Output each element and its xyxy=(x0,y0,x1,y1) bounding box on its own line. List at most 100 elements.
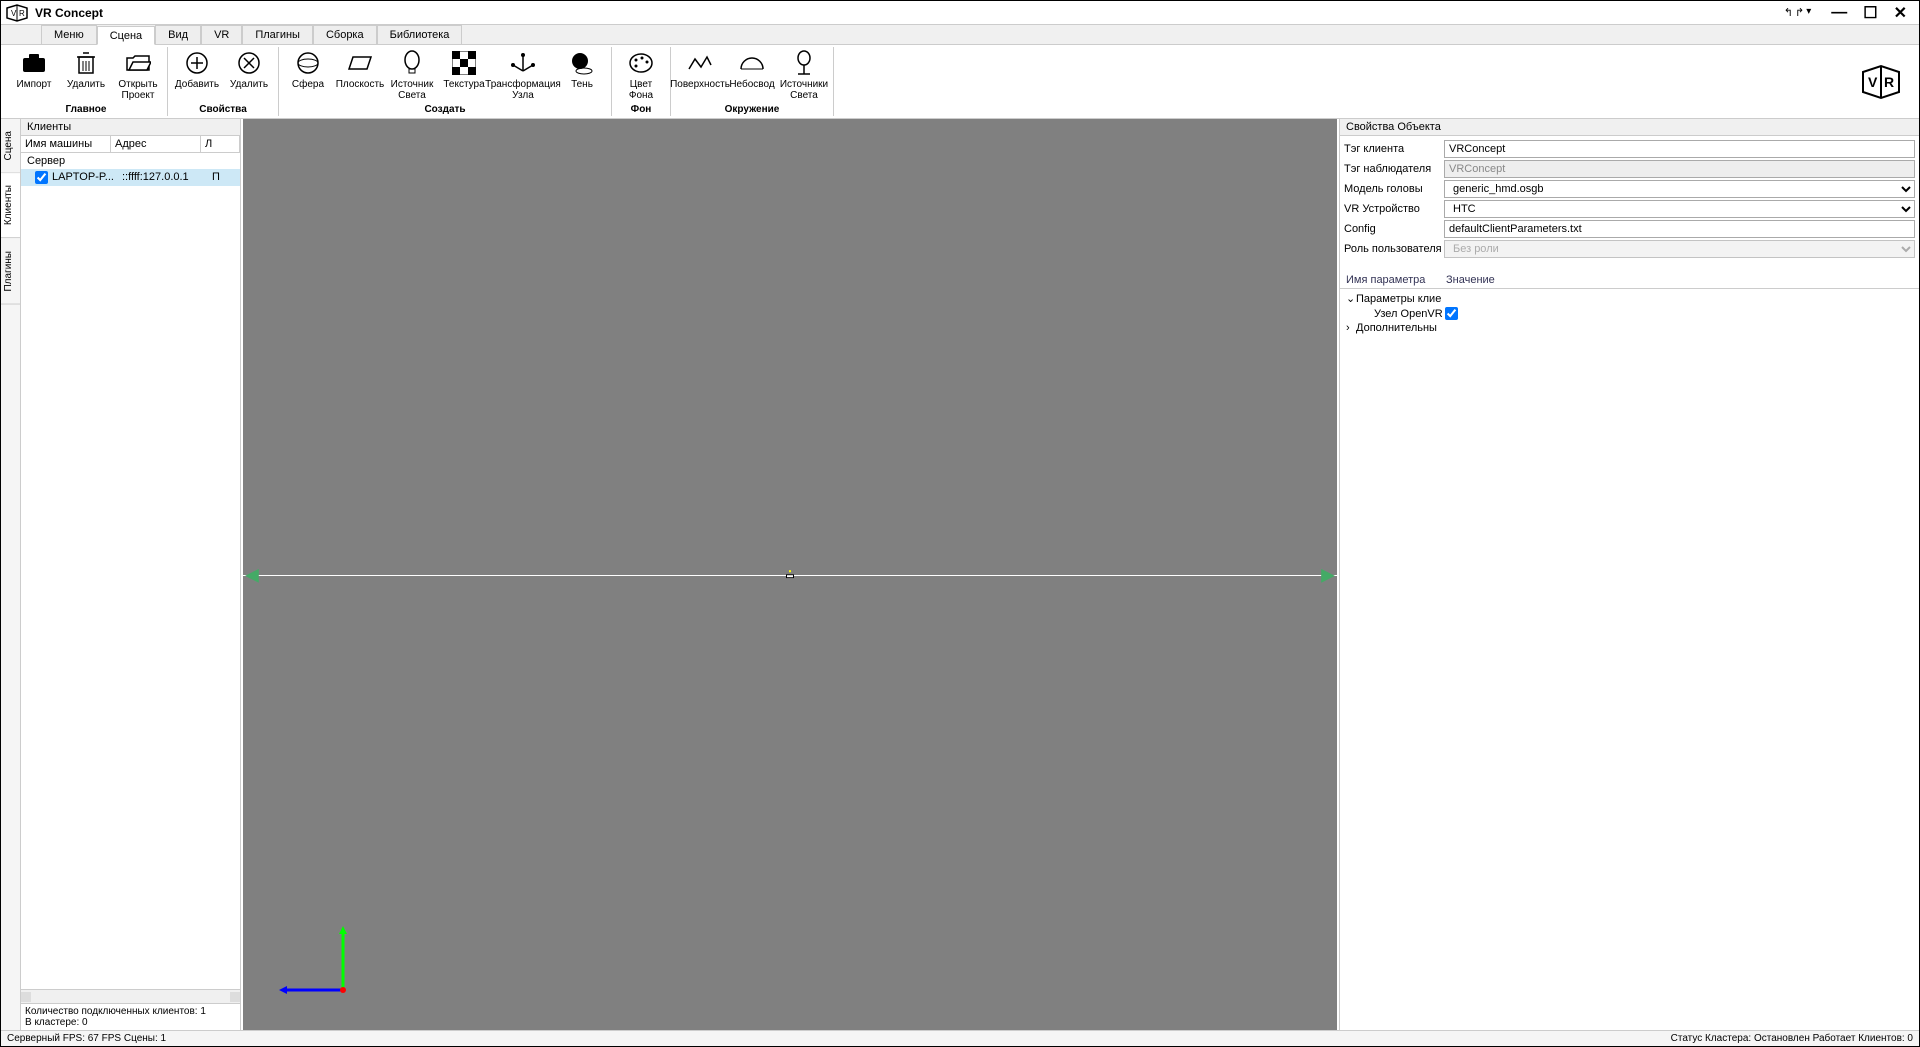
dropdown-arrow-icon[interactable]: ▾ xyxy=(1806,6,1811,19)
prop-client-tag: Тэг клиента xyxy=(1344,140,1915,158)
side-tab-clients[interactable]: Клиенты xyxy=(1,173,20,238)
shadow-icon xyxy=(568,49,596,77)
prop-config: Config xyxy=(1344,220,1915,238)
properties-title: Свойства Объекта xyxy=(1340,119,1919,136)
menu-tab-scene[interactable]: Сцена xyxy=(97,26,155,45)
ribbon-group-env: Поверхность Небосвод Источники Света Окр… xyxy=(671,47,834,116)
lightbulb-icon xyxy=(398,49,426,77)
prop-head-model: Модель головы generic_hmd.osgb xyxy=(1344,180,1915,198)
svg-text:R: R xyxy=(19,9,25,18)
client-tag-input[interactable] xyxy=(1444,140,1915,158)
plane-icon xyxy=(346,49,374,77)
prop-user-role: Роль пользователя Без роли xyxy=(1344,240,1915,258)
ribbon-logo: VR xyxy=(1847,47,1915,116)
param-group-additional[interactable]: ›Дополнительны xyxy=(1346,321,1913,335)
param-col-name[interactable]: Имя параметра xyxy=(1340,272,1440,288)
terrain-icon xyxy=(686,49,714,77)
config-input[interactable] xyxy=(1444,220,1915,238)
3d-viewport[interactable]: ◀ ▶ xyxy=(243,119,1337,1030)
ribbon-transform[interactable]: Трансформация Узла xyxy=(493,47,553,104)
folder-open-icon xyxy=(124,49,152,77)
ribbon-group-props: Добавить Удалить Свойства xyxy=(168,47,279,116)
ribbon-remove[interactable]: Удалить xyxy=(226,47,272,104)
app-title: VR Concept xyxy=(35,6,1784,20)
status-fps: Серверный FPS: 67 FPS Сцены: 1 xyxy=(7,1033,166,1044)
server-node[interactable]: Сервер xyxy=(21,153,240,169)
back-arrow-icon[interactable]: ↰ xyxy=(1784,6,1793,19)
properties-panel: Свойства Объекта Тэг клиента Тэг наблюда… xyxy=(1339,119,1919,1030)
clients-footer: Количество подключенных клиентов: 1 В кл… xyxy=(21,1003,240,1030)
observer-tag-input xyxy=(1444,160,1915,178)
ribbon-add[interactable]: Добавить xyxy=(174,47,220,104)
prop-vr-device: VR Устройство HTC xyxy=(1344,200,1915,218)
h-scrollbar[interactable] xyxy=(21,989,240,1003)
vr-device-select[interactable]: HTC xyxy=(1444,200,1915,218)
menu-tabs: Меню Сцена Вид VR Плагины Сборка Библиот… xyxy=(1,25,1919,45)
client-row[interactable]: LAPTOP-P... ::ffff:127.0.0.1 П xyxy=(21,169,240,186)
menu-tab-vr[interactable]: VR xyxy=(201,25,242,44)
ribbon-plane[interactable]: Плоскость xyxy=(337,47,383,104)
svg-text:V: V xyxy=(11,9,17,18)
param-col-value[interactable]: Значение xyxy=(1440,272,1919,288)
svg-text:R: R xyxy=(1884,74,1894,90)
ribbon-group-create: Сфера Плоскость Источник Света Текстура … xyxy=(279,47,612,116)
clients-panel-title: Клиенты xyxy=(21,119,240,136)
col-flag[interactable]: Л xyxy=(201,136,240,152)
nav-left-icon[interactable]: ◀ xyxy=(245,564,259,585)
clients-panel: Клиенты Имя машины Адрес Л Сервер LAPTOP… xyxy=(21,119,241,1030)
ribbon-group-bg: Цвет Фона Фон xyxy=(612,47,671,116)
dome-icon xyxy=(738,49,766,77)
side-tab-scene[interactable]: Сцена xyxy=(1,119,20,173)
plus-circle-icon xyxy=(183,49,211,77)
ribbon-open-project[interactable]: Открыть Проект xyxy=(115,47,161,104)
ribbon-lights[interactable]: Источники Света xyxy=(781,47,827,104)
menu-tab-menu[interactable]: Меню xyxy=(41,25,97,44)
checker-icon xyxy=(450,49,478,77)
col-machine-name[interactable]: Имя машины xyxy=(21,136,111,152)
workspace: Сцена Клиенты Плагины Клиенты Имя машины… xyxy=(1,119,1919,1030)
palette-icon xyxy=(627,49,655,77)
col-address[interactable]: Адрес xyxy=(111,136,201,152)
ribbon-sky[interactable]: Небосвод xyxy=(729,47,775,104)
sphere-icon xyxy=(294,49,322,77)
ribbon-texture[interactable]: Текстура xyxy=(441,47,487,104)
forward-arrow-icon[interactable]: ↱ xyxy=(1795,6,1804,19)
ribbon-delete[interactable]: Удалить xyxy=(63,47,109,104)
param-table: Имя параметра Значение ⌄Параметры клие У… xyxy=(1340,272,1919,337)
ribbon-group-main: Импорт Удалить Открыть Проект Главное xyxy=(5,47,168,116)
ribbon-shadow[interactable]: Тень xyxy=(559,47,605,104)
side-tabs: Сцена Клиенты Плагины xyxy=(1,119,21,1030)
lamp-icon xyxy=(790,49,818,77)
side-tab-plugins[interactable]: Плагины xyxy=(1,239,20,305)
ribbon-light[interactable]: Источник Света xyxy=(389,47,435,104)
axis-gizmo[interactable] xyxy=(273,920,353,1000)
user-role-select: Без роли xyxy=(1444,240,1915,258)
x-circle-icon xyxy=(235,49,263,77)
app-logo-icon: VR xyxy=(5,3,29,23)
nav-arrows: ↰ ↱ ▾ xyxy=(1784,6,1811,19)
trash-icon xyxy=(72,49,100,77)
maximize-button[interactable]: ☐ xyxy=(1863,3,1877,23)
minimize-button[interactable]: — xyxy=(1831,4,1847,22)
client-checkbox[interactable] xyxy=(35,171,48,184)
ribbon-bgcolor[interactable]: Цвет Фона xyxy=(618,47,664,104)
param-group-client[interactable]: ⌄Параметры клие xyxy=(1346,291,1913,306)
openvr-checkbox[interactable] xyxy=(1445,307,1458,320)
menu-tab-view[interactable]: Вид xyxy=(155,25,201,44)
statusbar: Серверный FPS: 67 FPS Сцены: 1 Статус Кл… xyxy=(1,1030,1919,1046)
ribbon-sphere[interactable]: Сфера xyxy=(285,47,331,104)
titlebar: VR VR Concept ↰ ↱ ▾ — ☐ ✕ xyxy=(1,1,1919,25)
ribbon: Импорт Удалить Открыть Проект Главное До… xyxy=(1,45,1919,119)
param-openvr-node[interactable]: Узел OpenVR xyxy=(1346,306,1913,321)
menu-tab-plugins[interactable]: Плагины xyxy=(242,25,313,44)
menu-tab-library[interactable]: Библиотека xyxy=(377,25,463,44)
clients-table-header: Имя машины Адрес Л xyxy=(21,136,240,153)
ribbon-surface[interactable]: Поверхность xyxy=(677,47,723,104)
nav-right-icon[interactable]: ▶ xyxy=(1321,564,1335,585)
prop-observer-tag: Тэг наблюдателя xyxy=(1344,160,1915,178)
close-button[interactable]: ✕ xyxy=(1894,3,1907,23)
menu-tab-build[interactable]: Сборка xyxy=(313,25,377,44)
ribbon-import[interactable]: Импорт xyxy=(11,47,57,104)
origin-marker xyxy=(784,570,796,578)
head-model-select[interactable]: generic_hmd.osgb xyxy=(1444,180,1915,198)
